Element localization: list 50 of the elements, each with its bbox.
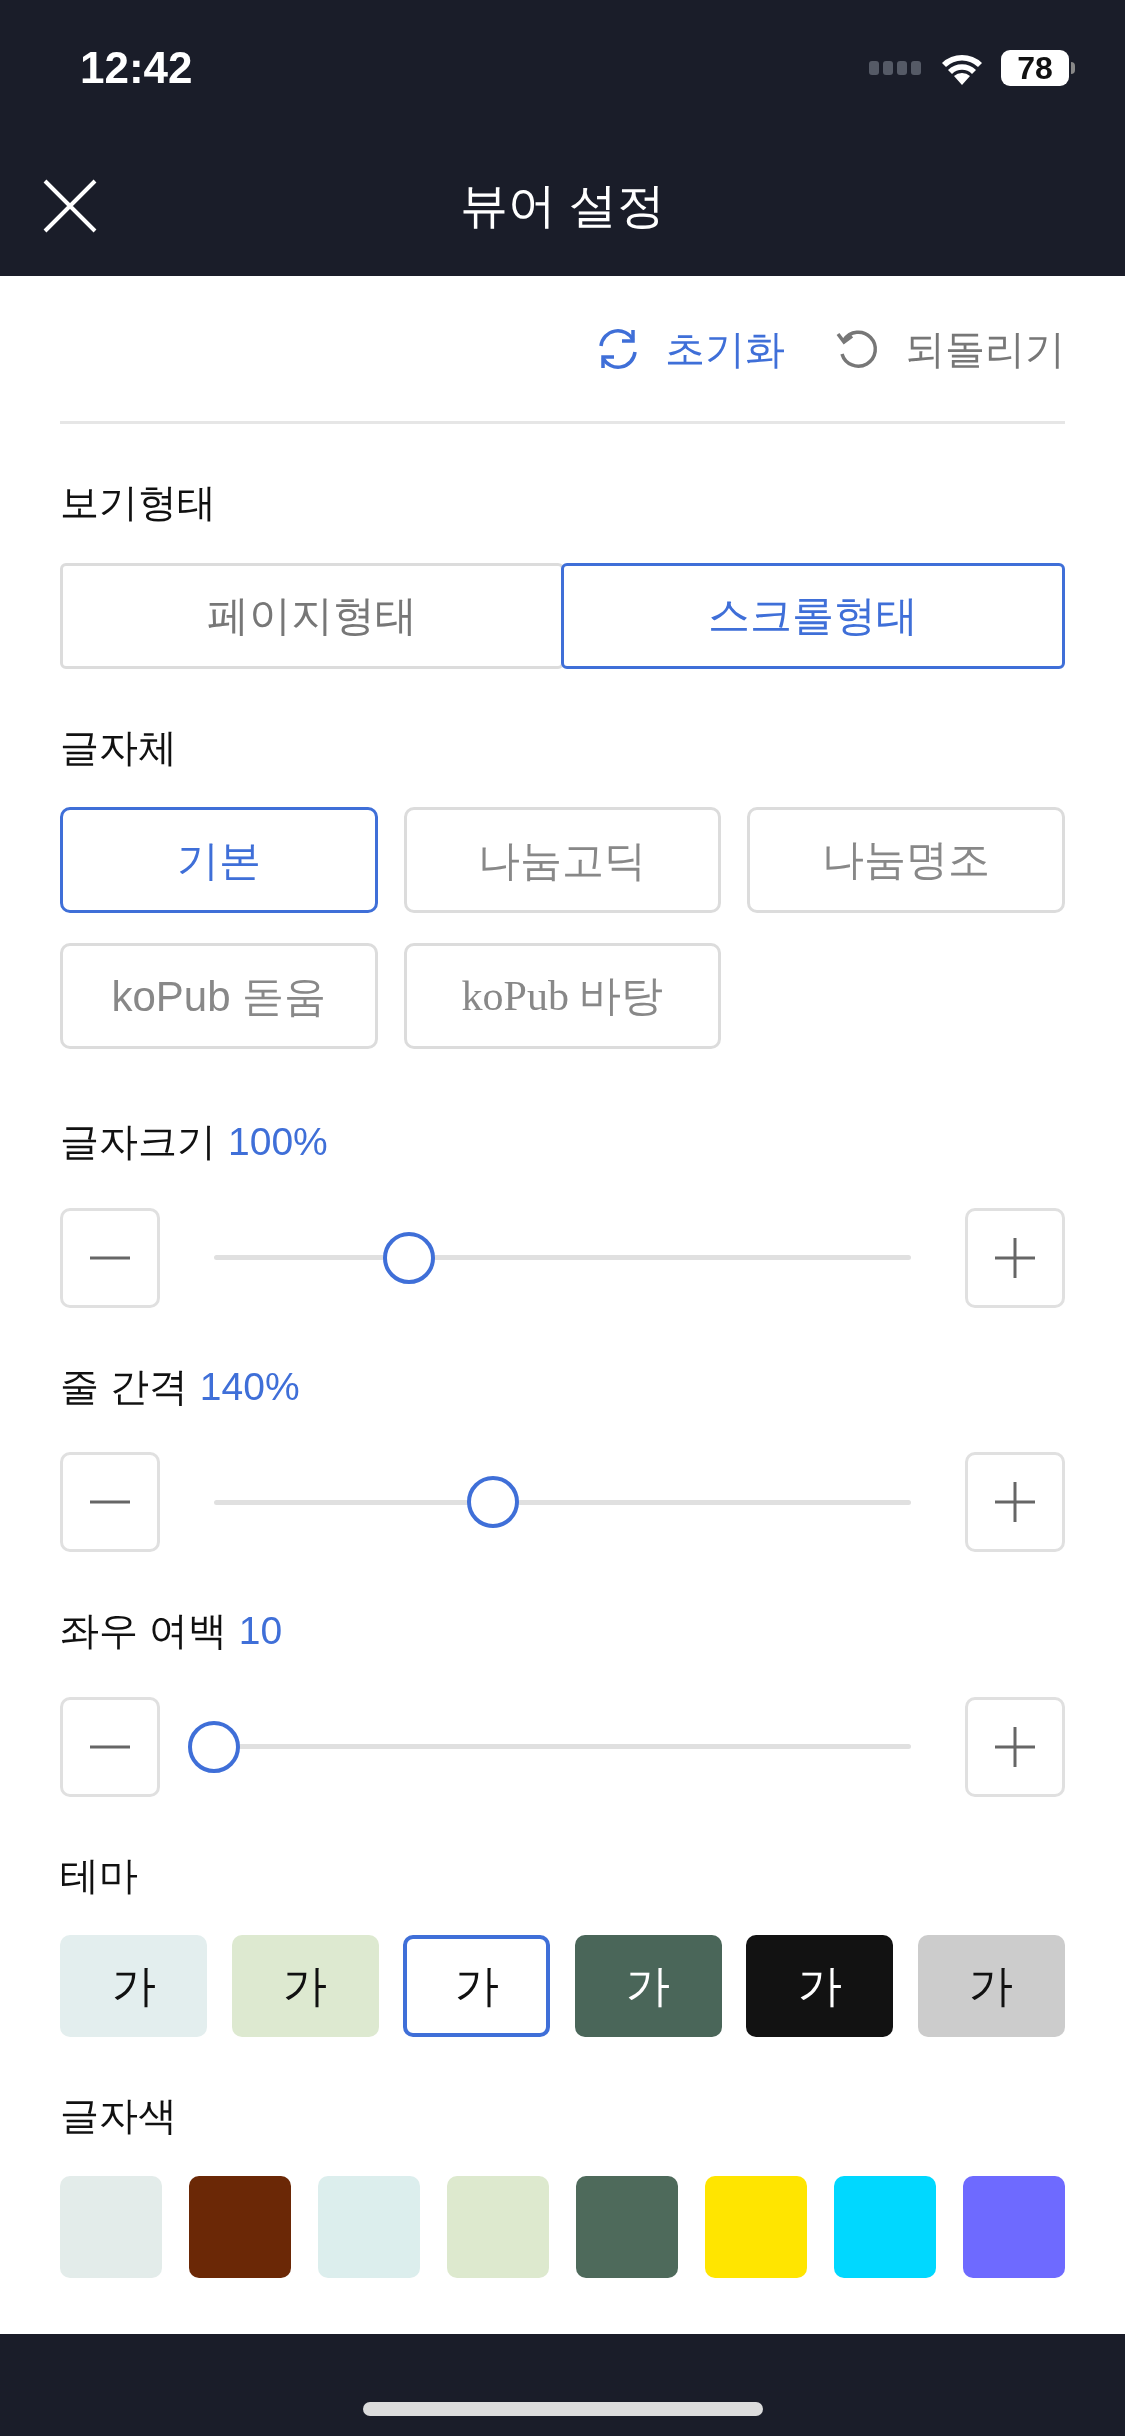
view-mode-tab[interactable]: 페이지형태 bbox=[60, 562, 564, 669]
reset-button[interactable]: 초기화 bbox=[595, 318, 785, 379]
section-label: 테마 bbox=[60, 1852, 138, 1899]
color-swatch[interactable] bbox=[189, 2175, 291, 2278]
theme-option[interactable]: 가 bbox=[746, 1935, 894, 2037]
page-title: 뷰어 설정 bbox=[459, 178, 666, 234]
setting-value: 140% bbox=[199, 1363, 300, 1410]
section-label: 글자색 bbox=[60, 2093, 177, 2139]
theme-option[interactable]: 가 bbox=[60, 1935, 207, 2037]
status-time: 12:42 bbox=[80, 42, 193, 94]
theme-option[interactable]: 가 bbox=[231, 1935, 379, 2037]
color-swatch[interactable] bbox=[834, 2175, 936, 2278]
theme-option[interactable]: 가 bbox=[574, 1935, 722, 2037]
plus-icon bbox=[993, 1724, 1037, 1769]
increase-button[interactable] bbox=[965, 1452, 1065, 1552]
color-swatch[interactable] bbox=[576, 2175, 678, 2278]
color-swatch[interactable] bbox=[60, 2175, 162, 2278]
minus-icon bbox=[88, 1500, 132, 1504]
increase-button[interactable] bbox=[965, 1696, 1065, 1797]
close-icon[interactable] bbox=[42, 178, 98, 234]
plus-icon bbox=[993, 1235, 1037, 1280]
decrease-button[interactable] bbox=[60, 1696, 160, 1797]
font-option[interactable]: 기본 bbox=[60, 807, 378, 913]
font-option[interactable]: koPub 돋움 bbox=[60, 943, 378, 1049]
color-swatch[interactable] bbox=[963, 2175, 1065, 2278]
setting-value: 10 bbox=[238, 1608, 283, 1654]
setting-value: 100% bbox=[228, 1119, 328, 1165]
theme-option[interactable]: 가 bbox=[917, 1935, 1065, 2037]
minus-icon bbox=[88, 1255, 132, 1260]
color-swatch[interactable] bbox=[318, 2175, 420, 2278]
view-mode-tab[interactable]: 스크롤형태 bbox=[561, 562, 1065, 669]
decrease-button[interactable] bbox=[60, 1207, 160, 1308]
decrease-button[interactable] bbox=[60, 1452, 160, 1552]
theme-option[interactable]: 가 bbox=[403, 1935, 551, 2037]
color-swatch[interactable] bbox=[705, 2175, 807, 2278]
slider-thumb[interactable] bbox=[188, 1720, 240, 1773]
section-label: 줄 간격 bbox=[60, 1363, 188, 1410]
section-label: 글자체 bbox=[60, 724, 177, 771]
color-swatch[interactable] bbox=[447, 2175, 549, 2278]
font-option[interactable]: 나눔명조 bbox=[747, 807, 1065, 913]
font-option[interactable]: 나눔고딕 bbox=[403, 807, 722, 913]
minus-icon bbox=[88, 1744, 132, 1749]
font-option[interactable]: koPub 바탕 bbox=[403, 943, 722, 1049]
signal-icon bbox=[869, 61, 923, 75]
increase-button[interactable] bbox=[965, 1207, 1065, 1308]
section-label: 글자크기 bbox=[60, 1119, 216, 1165]
slider-thumb[interactable] bbox=[466, 1476, 519, 1528]
section-label: 좌우 여백 bbox=[60, 1608, 227, 1654]
plus-icon bbox=[993, 1480, 1037, 1524]
section-label: 보기형태 bbox=[60, 480, 216, 526]
